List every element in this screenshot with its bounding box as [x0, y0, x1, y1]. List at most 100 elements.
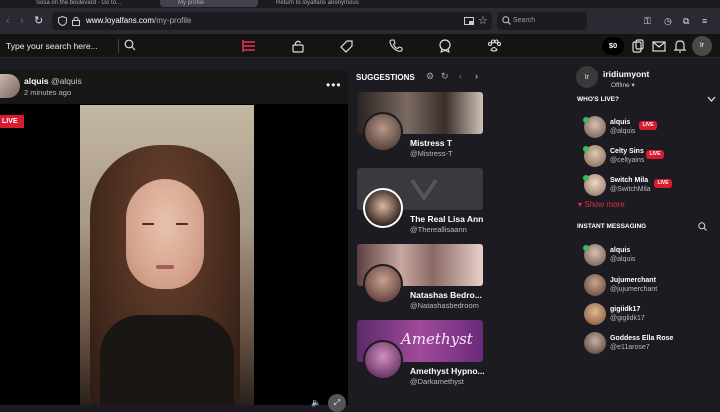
shield-icon[interactable] — [58, 16, 67, 26]
unlock-icon[interactable] — [291, 39, 305, 53]
online-indicator — [583, 175, 589, 181]
divider — [118, 39, 119, 53]
filter-icon[interactable]: ⚙ — [426, 71, 434, 82]
post-author[interactable]: alquis @alquis — [24, 76, 82, 86]
suggestions-title: SUGGESTIONS — [356, 73, 415, 82]
current-user-name: iridiumyont — [603, 69, 650, 79]
avatar — [363, 188, 403, 228]
browser-toolbar: ‹ › ↻ www.loyalfans.com/my-profile ☆ Sea… — [0, 8, 720, 34]
contact-item[interactable]: Jujumerchant @jujumerchant — [584, 274, 719, 298]
live-user[interactable]: alquis @alquis LIVE — [583, 116, 719, 140]
online-indicator — [583, 117, 589, 123]
contact-handle: @alquis — [610, 256, 636, 263]
video-subject-eye — [142, 223, 154, 225]
volume-icon[interactable]: 🔈 — [311, 398, 321, 407]
site-header: Type your search here... $0 Ir — [0, 34, 720, 58]
live-badge: LIVE — [646, 150, 664, 159]
suggestion-card[interactable]: Mistress T @Mistress-T — [357, 92, 483, 158]
feed-icon[interactable] — [242, 39, 256, 53]
card-name: Mistress T — [410, 138, 453, 148]
lock-icon[interactable] — [72, 16, 80, 26]
fullscreen-button[interactable]: ⤢ — [328, 394, 346, 412]
chevron-down-icon: ▾ — [578, 200, 583, 209]
search-icon[interactable] — [698, 222, 707, 231]
avatar[interactable] — [0, 74, 20, 98]
wallet-balance[interactable]: $0 — [602, 37, 624, 55]
site-search[interactable]: Type your search here... — [0, 34, 142, 58]
back-icon[interactable]: ‹ — [6, 15, 10, 27]
phone-icon[interactable] — [389, 39, 403, 53]
prev-arrow-icon[interactable]: ‹ — [459, 71, 462, 81]
tag-icon[interactable] — [340, 39, 354, 53]
online-indicator — [583, 245, 589, 251]
avatar[interactable]: Ir — [576, 66, 598, 88]
contact-item[interactable]: gigiidk17 @giglidk17 — [584, 303, 719, 327]
avatar — [363, 340, 403, 380]
avatar — [363, 264, 403, 304]
user-handle: @SwitchMila — [610, 186, 651, 193]
browser-tab[interactable]: Return to loyalfans anonymous — [266, 0, 386, 7]
show-more-link[interactable]: ▾ Show more — [578, 200, 625, 209]
suggestion-card[interactable]: The Real Lisa Ann @Thereallisaann — [357, 168, 484, 234]
browser-search-box[interactable]: Search — [497, 12, 587, 30]
reload-icon[interactable]: ↻ — [34, 15, 43, 27]
card-handle: @Darkamethyst — [410, 377, 464, 386]
card-name: The Real Lisa Ann — [410, 214, 484, 224]
video-subject-face — [126, 179, 204, 289]
user-avatar[interactable]: Ir — [692, 36, 712, 56]
mail-icon[interactable] — [652, 39, 666, 53]
contact-handle: @giglidk17 — [610, 315, 645, 322]
browser-tab[interactable]: Sosa on the boulevard - Go to... — [36, 0, 128, 7]
browser-tab-strip: Sosa on the boulevard - Go to... My prof… — [0, 0, 720, 8]
tab-label: Return to loyalfans anonymous — [276, 0, 359, 6]
browser-search-placeholder: Search — [513, 17, 536, 24]
user-handle: @celtyains — [610, 157, 645, 164]
user-name: Celty Sins — [610, 148, 644, 155]
picture-in-picture-icon[interactable] — [464, 16, 474, 26]
card-handle: @Mistress-T — [410, 149, 453, 158]
bell-icon[interactable] — [673, 39, 687, 53]
card-handle: @Natashasbedroom — [410, 301, 479, 310]
paw-icon[interactable] — [487, 39, 501, 53]
menu-icon[interactable]: ≡ — [702, 15, 707, 27]
card-name: Amethyst Hypno... — [410, 366, 485, 376]
live-badge: LIVE — [654, 179, 672, 188]
contact-item[interactable]: Goddess Ella Rose @e11arose7 — [584, 332, 719, 356]
tab-label: Sosa on the boulevard - Go to... — [36, 0, 122, 6]
live-user[interactable]: Celty Sins @celtyains LIVE — [583, 145, 719, 169]
instant-messaging-title: INSTANT MESSAGING — [577, 223, 647, 230]
post-header: alquis @alquis 2 minutes ago ••• — [0, 70, 348, 104]
next-arrow-icon[interactable]: › — [475, 71, 478, 81]
contact-handle: @jujumerchant — [610, 286, 658, 293]
contact-name: alquis — [610, 247, 631, 254]
browser-tab-active[interactable]: My profile — [160, 0, 258, 7]
live-badge: LIVE — [0, 115, 24, 128]
card-name: Natashas Bedro... — [410, 290, 482, 300]
bookmark-star-icon[interactable]: ☆ — [478, 14, 488, 27]
refresh-icon[interactable]: ↻ — [441, 71, 449, 82]
post-menu-button[interactable]: ••• — [326, 78, 342, 92]
card-handle: @Thereallisaann — [410, 225, 467, 234]
live-video[interactable] — [80, 105, 254, 405]
key-icon[interactable]: ⚿ — [644, 15, 651, 27]
status-dropdown[interactable]: Offline ▾ — [611, 81, 635, 89]
right-sidebar: Ir iridiumyont Offline ▾ WHO'S LIVE? alq… — [570, 58, 720, 405]
chevron-down-icon[interactable] — [707, 96, 716, 103]
history-icon[interactable]: ◷ — [664, 15, 672, 27]
show-more-label: Show more — [584, 200, 625, 209]
forward-icon[interactable]: › — [20, 15, 24, 27]
search-icon[interactable] — [124, 39, 136, 51]
contact-handle: @e11arose7 — [610, 344, 650, 351]
suggestion-card[interactable]: Amethyst Amethyst Hypno... @Darkamethyst — [357, 320, 485, 386]
video-subject-eye — [176, 223, 188, 225]
status-label: Offline — [611, 82, 630, 89]
live-user[interactable]: Switch Mila @SwitchMila LIVE — [583, 174, 719, 198]
extensions-icon[interactable]: ⧉ — [683, 15, 689, 27]
wallet-icon[interactable] — [631, 39, 645, 53]
address-bar[interactable]: www.loyalfans.com/my-profile ☆ — [52, 12, 492, 30]
contact-item[interactable]: alquis @alquis — [583, 244, 719, 268]
badge-icon[interactable] — [438, 39, 452, 53]
suggestion-card[interactable]: Natashas Bedro... @Natashasbedroom — [357, 244, 483, 310]
contact-name: gigiidk17 — [610, 306, 641, 313]
placeholder-logo-icon — [410, 178, 438, 202]
